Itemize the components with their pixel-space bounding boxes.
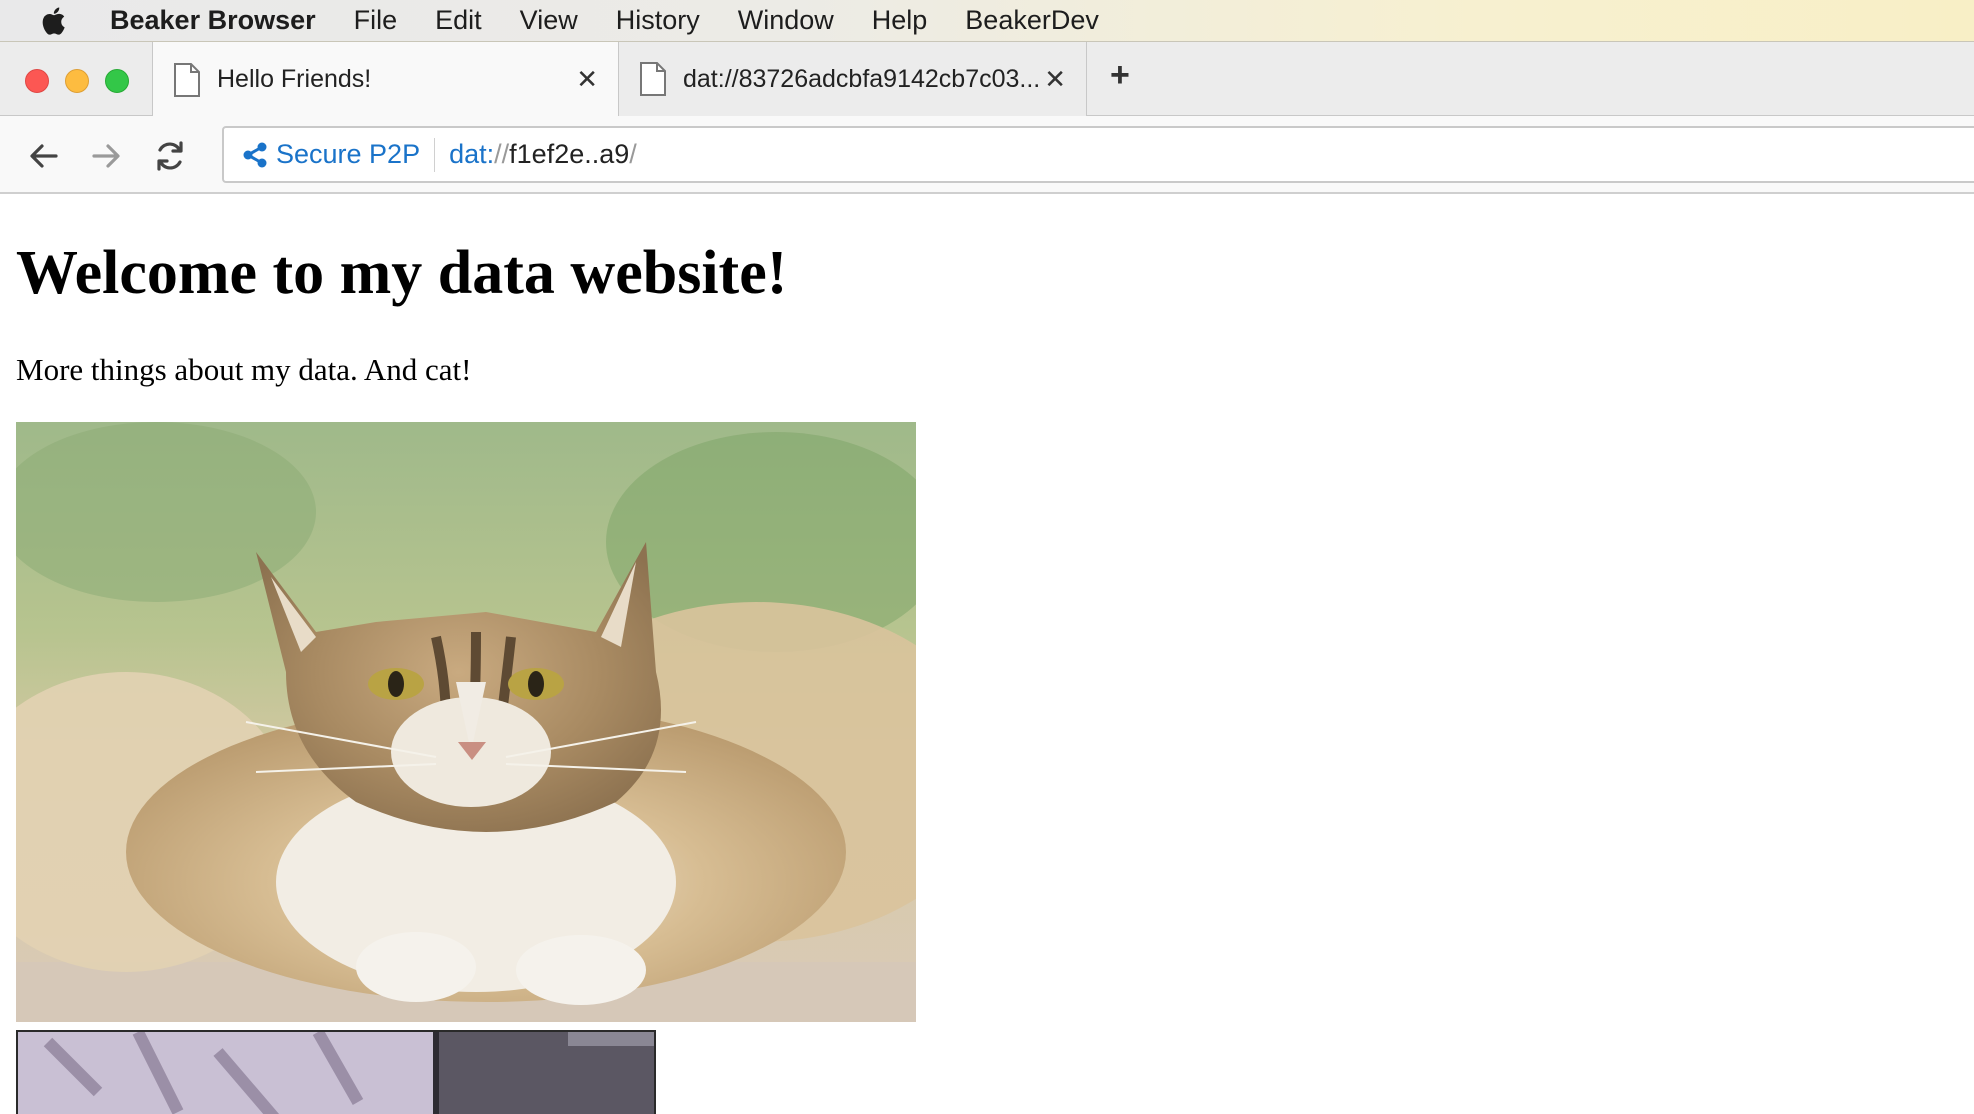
menu-edit[interactable]: Edit <box>435 5 482 36</box>
navigation-toolbar: Secure P2P dat://f1ef2e..a9/ <box>0 116 1974 194</box>
menu-bar: Beaker Browser File Edit View History Wi… <box>0 0 1974 42</box>
tab-strip: Hello Friends! ✕ dat://83726adcbfa9142cb… <box>0 42 1974 117</box>
page-icon <box>640 62 666 96</box>
url-slashes: // <box>494 139 510 169</box>
app-name-menu[interactable]: Beaker Browser <box>110 5 316 36</box>
url-divider <box>434 137 436 172</box>
close-icon[interactable]: ✕ <box>1044 64 1066 95</box>
menu-window[interactable]: Window <box>738 5 834 36</box>
window-minimize-button[interactable] <box>65 69 89 93</box>
second-photo <box>16 1030 656 1114</box>
url-host: f1ef2e..a9 <box>509 139 630 169</box>
menu-help[interactable]: Help <box>872 5 928 36</box>
menu-beakerdev[interactable]: BeakerDev <box>965 5 1099 36</box>
window-zoom-button[interactable] <box>105 69 129 93</box>
tab-hello-friends[interactable]: Hello Friends! ✕ <box>152 42 619 117</box>
menu-file[interactable]: File <box>354 5 398 36</box>
reload-icon[interactable] <box>152 138 188 174</box>
close-icon[interactable]: ✕ <box>576 64 598 95</box>
share-icon <box>243 142 267 167</box>
tab-dat-url[interactable]: dat://83726adcbfa9142cb7c03... ✕ <box>619 42 1087 116</box>
tab-title: dat://83726adcbfa9142cb7c03... <box>683 64 1039 93</box>
page-icon <box>174 62 200 97</box>
cat-photo <box>16 422 916 1022</box>
url-trailing-slash: / <box>629 139 637 169</box>
window-close-button[interactable] <box>25 69 49 93</box>
plus-icon[interactable]: + <box>1110 56 1130 95</box>
menu-history[interactable]: History <box>616 5 700 36</box>
forward-arrow-icon[interactable] <box>88 138 124 174</box>
tab-title: Hello Friends! <box>217 65 372 93</box>
url-scheme: dat: <box>449 139 495 169</box>
back-arrow-icon[interactable] <box>26 138 62 174</box>
address-bar[interactable]: Secure P2P dat://f1ef2e..a9/ <box>222 126 1974 183</box>
menu-view[interactable]: View <box>520 5 578 36</box>
page-heading: Welcome to my data website! <box>16 239 788 307</box>
apple-icon[interactable] <box>38 4 72 38</box>
secure-p2p-label[interactable]: Secure P2P <box>276 139 420 170</box>
page-paragraph: More things about my data. And cat! <box>16 352 472 387</box>
